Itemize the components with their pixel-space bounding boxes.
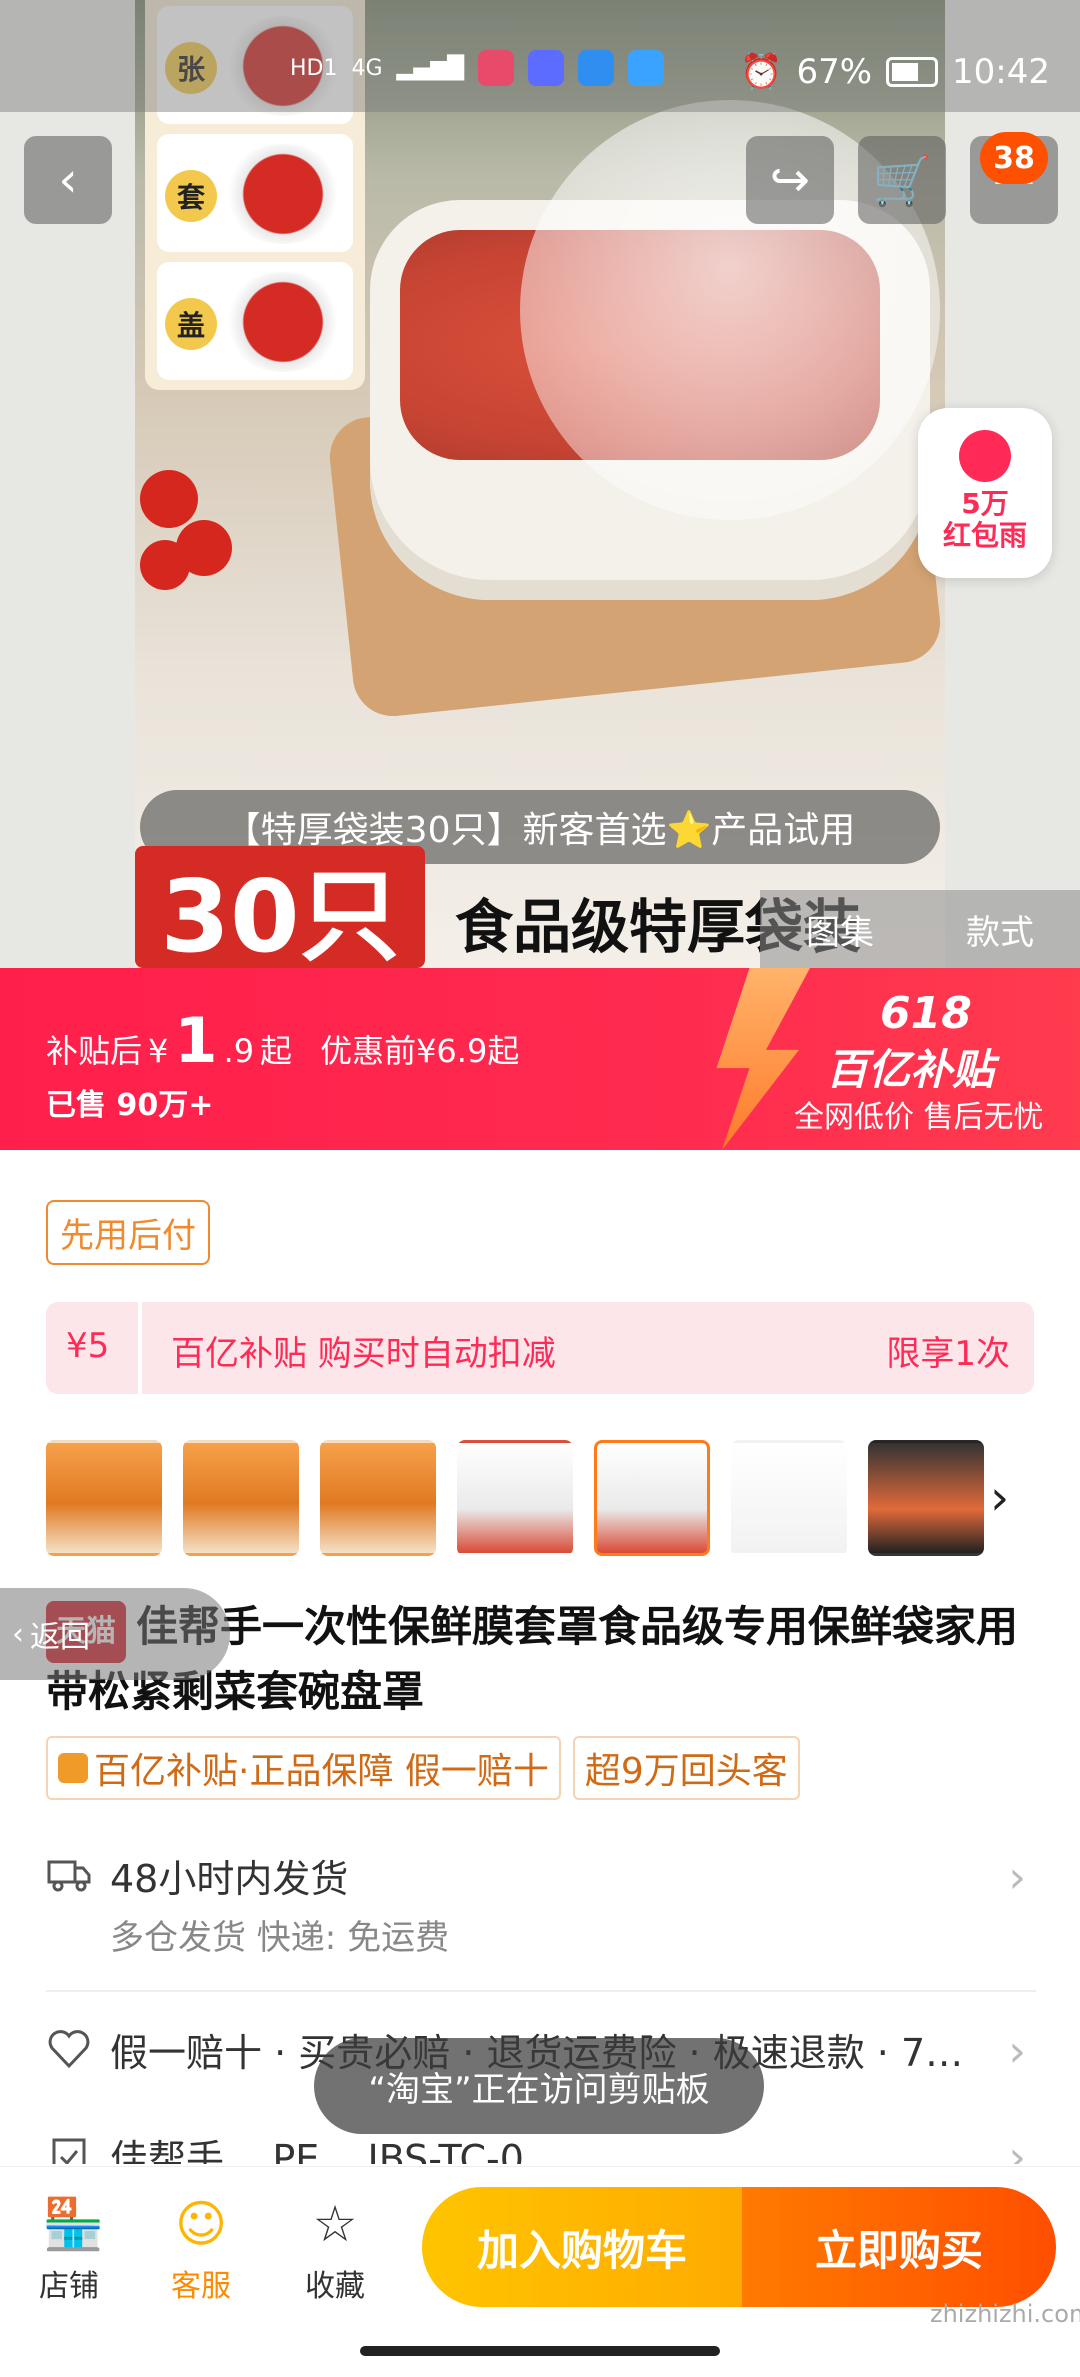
price-label: 补贴后 xyxy=(46,1032,143,1070)
favorite-tab[interactable]: ☆ 收藏 xyxy=(280,2197,390,2305)
chevron-left-icon: ‹ xyxy=(12,1616,24,1652)
plate-graphic xyxy=(223,272,343,372)
heart-shield-icon xyxy=(48,2030,90,2069)
status-bar: HD1 4G ▂▄▆█ ⏰ 67% 10:42 xyxy=(0,0,1080,112)
customer-service-icon: ☺ xyxy=(174,2195,228,2253)
favorite-label: 收藏 xyxy=(305,2269,365,2304)
music-icon xyxy=(528,50,565,86)
return-button[interactable]: ‹ 返回 xyxy=(0,1588,230,1680)
variant-thumbnail[interactable] xyxy=(731,1440,847,1556)
divider xyxy=(46,1990,1036,1992)
cart-button[interactable]: 🛒 xyxy=(858,136,946,224)
cloud-icon xyxy=(628,50,665,86)
watermark: zhizhizhi.com xyxy=(930,2300,1080,2328)
shield-icon xyxy=(58,1753,88,1783)
app-notification-icon xyxy=(478,50,515,86)
badge-label: 超9万回头客 xyxy=(584,1751,788,1792)
home-indicator[interactable] xyxy=(360,2346,720,2356)
variant-thumbnail[interactable] xyxy=(320,1440,436,1556)
tomato-graphic xyxy=(140,540,190,590)
sold-count: 已售 90万+ xyxy=(46,1088,214,1123)
coupon-limit: 限享1次 xyxy=(886,1334,1010,1374)
shop-label: 店铺 xyxy=(39,2269,99,2304)
chevron-right-icon: › xyxy=(1008,1852,1026,1903)
tab-styles[interactable]: 款式 xyxy=(966,905,1034,954)
share-button[interactable]: ↪ xyxy=(746,136,834,224)
variant-thumbnail[interactable] xyxy=(183,1440,299,1556)
battery-percent: 67% xyxy=(796,52,873,92)
plate-graphic xyxy=(223,144,343,244)
coupon-amount: ¥5 xyxy=(66,1326,110,1366)
chevron-right-icon: › xyxy=(1008,2026,1026,2077)
product-badges: 百亿补贴·正品保障 假一赔十 超9万回头客 xyxy=(46,1736,800,1800)
add-to-cart-button[interactable]: 加入购物车 xyxy=(422,2187,742,2307)
shop-tab[interactable]: 🏪 店铺 xyxy=(14,2197,124,2305)
price-line: 补贴后 ¥ 1 .9 起 优惠前¥6.9起 xyxy=(46,1004,519,1077)
variant-thumbnails xyxy=(46,1440,984,1556)
price-decimal: .9 xyxy=(223,1032,255,1070)
chevron-right-icon: › xyxy=(1008,2132,1026,2164)
cart-icon: 🛒 xyxy=(872,152,932,209)
customer-service-label: 客服 xyxy=(171,2269,231,2304)
shipping-time: 48小时内发货 xyxy=(110,1857,349,1901)
pay-later-tag[interactable]: 先用后付 xyxy=(46,1200,210,1265)
repeat-customers-badge[interactable]: 超9万回头客 xyxy=(572,1736,800,1800)
clipboard-toast: “淘宝”正在访问剪贴板 xyxy=(314,2038,764,2134)
clock: 10:42 xyxy=(952,52,1050,92)
redpacket-label: 5万 红包雨 xyxy=(942,487,1027,552)
price-integer: 1 xyxy=(174,1004,218,1077)
subsidy-coupon[interactable]: ¥5 百亿补贴 购买时自动扣减 限享1次 xyxy=(46,1302,1034,1394)
star-icon: ☆ xyxy=(312,2195,358,2253)
tomato-graphic xyxy=(140,470,198,528)
step-label: 套 xyxy=(165,170,217,222)
chevron-left-icon: ‹ xyxy=(58,152,78,208)
signal-icon: ▂▄▆█ xyxy=(396,55,465,81)
shop-icon: 🏪 xyxy=(42,2195,105,2253)
banner-count: 30只 xyxy=(135,846,425,968)
badge-label: 百亿补贴·正品保障 假一赔十 xyxy=(94,1751,549,1792)
coupon-divider xyxy=(138,1302,142,1394)
variant-thumbnail[interactable] xyxy=(868,1440,984,1556)
step-label: 盖 xyxy=(165,298,217,350)
usage-step: 套 xyxy=(157,134,353,252)
status-left-indicators: HD1 4G ▂▄▆█ xyxy=(290,50,665,86)
variant-thumbnail[interactable] xyxy=(46,1440,162,1556)
truck-icon xyxy=(47,1860,91,1892)
original-price: 优惠前¥6.9起 xyxy=(320,1032,520,1070)
redpacket-icon xyxy=(959,430,1011,482)
network-indicator: 4G xyxy=(351,55,383,81)
subsidy-guarantee-badge[interactable]: 百亿补贴·正品保障 假一赔十 xyxy=(46,1736,561,1800)
variant-thumbnail-selected[interactable] xyxy=(594,1440,710,1556)
shipping-row[interactable]: 48小时内发货 多仓发货 快递: 免运费 › xyxy=(46,1848,1036,1958)
clipboard-check-icon xyxy=(52,2138,86,2164)
usage-step: 盖 xyxy=(157,262,353,380)
alarm-icon: ⏰ xyxy=(740,52,783,92)
browser-icon xyxy=(578,50,615,86)
return-label: 返回 xyxy=(30,1620,90,1655)
promo-title: 百亿补贴 xyxy=(826,1045,995,1094)
tab-gallery[interactable]: 图集 xyxy=(806,905,874,954)
status-right-indicators: ⏰ 67% 10:42 xyxy=(740,52,1050,92)
price-suffix: 起 xyxy=(260,1032,293,1070)
hd-indicator: HD1 xyxy=(290,55,338,81)
promo-618: 618 xyxy=(880,988,972,1039)
buy-now-button[interactable]: 立即购买 xyxy=(742,2187,1056,2307)
variant-thumbnail[interactable] xyxy=(457,1440,573,1556)
redpacket-rain-widget[interactable]: 5万 红包雨 xyxy=(918,408,1052,578)
customer-service-tab[interactable]: ☺ 客服 xyxy=(146,2197,256,2305)
gallery-tabs: 图集 款式 xyxy=(760,890,1080,968)
currency-symbol: ¥ xyxy=(148,1032,169,1070)
shipping-details: 多仓发货 快递: 免运费 xyxy=(110,1918,450,1958)
back-button[interactable]: ‹ xyxy=(24,136,112,224)
battery-icon xyxy=(886,57,939,87)
cart-count-badge: 38 xyxy=(980,132,1048,184)
promo-subtitle: 全网低价 售后无忧 xyxy=(794,1100,1044,1135)
share-icon: ↪ xyxy=(769,152,811,208)
subsidy-price-bar: 补贴后 ¥ 1 .9 起 优惠前¥6.9起 已售 90万+ 618 百亿补贴 全… xyxy=(0,968,1080,1150)
chevron-right-icon[interactable]: › xyxy=(990,1470,1009,1526)
coupon-description: 百亿补贴 购买时自动扣减 xyxy=(171,1334,556,1374)
